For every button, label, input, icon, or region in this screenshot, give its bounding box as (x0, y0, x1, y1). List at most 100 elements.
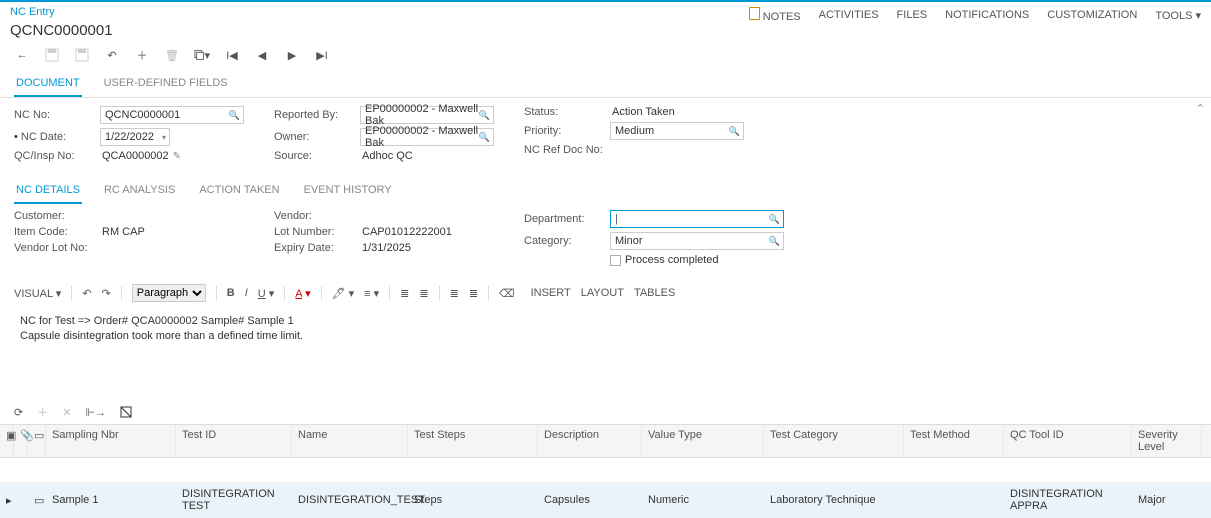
page-title: QCNC0000001 (10, 20, 113, 43)
chevron-down-icon: ▾ (1195, 10, 1201, 22)
save-close-icon[interactable] (74, 47, 90, 63)
item-code-label: Item Code: (14, 226, 100, 238)
expiry-label: Expiry Date: (274, 242, 360, 254)
editor-tables-tab[interactable]: TABLES (634, 287, 675, 299)
priority-label: Priority: (524, 125, 610, 137)
grid-header-tmethod[interactable]: Test Method (904, 425, 1004, 457)
grid-header-sampling[interactable]: Sampling Nbr (46, 425, 176, 457)
outdent-icon[interactable]: ≣ (450, 287, 459, 300)
paragraph-select[interactable]: Paragraph (132, 284, 206, 302)
collapse-caret-icon[interactable]: ⌃ (1196, 102, 1205, 115)
customer-label: Customer: (14, 210, 100, 222)
text-color-icon[interactable]: A ▾ (295, 287, 310, 300)
list-bullet-icon[interactable]: ≣ (419, 287, 428, 300)
owner-input[interactable]: EP00000002 - Maxwell Bak (360, 128, 494, 146)
notifications-link[interactable]: NOTIFICATIONS (945, 9, 1029, 21)
grid-header-pin[interactable]: 📎 (14, 425, 28, 457)
nc-date-input[interactable]: 1/22/2022 (100, 128, 170, 146)
category-input[interactable]: Minor (610, 232, 784, 250)
nc-no-label: NC No: (14, 109, 100, 121)
grid-delete-icon[interactable]: ✕ (62, 406, 71, 419)
priority-input[interactable]: Medium (610, 122, 744, 140)
grid-refresh-icon[interactable]: ⟳ (14, 406, 23, 419)
grid-expand-icon[interactable]: ⊩→ (85, 406, 106, 419)
list-ordered-icon[interactable]: ≣ (400, 287, 409, 300)
cell-sev: Major (1132, 488, 1202, 512)
grid-add-icon[interactable]: ＋ (37, 404, 48, 420)
nc-date-label: NC Date: (14, 131, 100, 143)
delete-icon[interactable]: 🗑 (164, 47, 180, 63)
highlight-icon[interactable]: 🖊 ▾ (332, 287, 355, 300)
next-icon[interactable]: ▶ (284, 47, 300, 63)
grid-header-doc[interactable]: ▭ (28, 425, 46, 457)
status-label: Status: (524, 106, 610, 118)
grid-header-vtype[interactable]: Value Type (642, 425, 764, 457)
nc-no-input[interactable]: QCNC0000001 (100, 106, 244, 124)
editor-visual-tab[interactable]: VISUAL ▾ (14, 287, 61, 300)
clear-format-icon[interactable]: ⌫ (499, 287, 515, 300)
tab-rc-analysis[interactable]: RC ANALYSIS (102, 178, 177, 204)
ncref-label: NC Ref Doc No: (524, 144, 610, 156)
breadcrumb[interactable]: NC Entry (10, 4, 113, 20)
editor-insert-tab[interactable]: INSERT (531, 287, 571, 299)
undo-icon[interactable]: ↶ (104, 47, 120, 63)
notes-link[interactable]: NOTES (749, 7, 801, 23)
grid-header-tcat[interactable]: Test Category (764, 425, 904, 457)
tab-action-taken[interactable]: ACTION TAKEN (197, 178, 281, 204)
process-completed-checkbox[interactable] (610, 255, 621, 266)
editor-redo-icon[interactable]: ↷ (102, 287, 111, 300)
tab-nc-details[interactable]: NC DETAILS (14, 178, 82, 204)
grid-header-expand[interactable]: ▣ (0, 425, 14, 457)
align-icon[interactable]: ≡ ▾ (364, 287, 379, 300)
cell-vtype: Numeric (642, 488, 764, 512)
vendor-lot-label: Vendor Lot No: (14, 242, 100, 254)
cell-qctool: DISINTEGRATION APPRA (1004, 482, 1132, 518)
department-label: Department: (524, 213, 610, 225)
customization-link[interactable]: CUSTOMIZATION (1047, 9, 1137, 21)
grid-header-name[interactable]: Name (292, 425, 408, 457)
italic-icon[interactable]: I (245, 287, 248, 299)
cell-sampling: Sample 1 (46, 488, 176, 512)
first-icon[interactable]: I◀ (224, 47, 240, 63)
back-icon[interactable]: ← (14, 47, 30, 63)
files-link[interactable]: FILES (897, 9, 928, 21)
table-row[interactable]: ▸ ▭ Sample 1 DISINTEGRATION TEST DISINTE… (0, 482, 1211, 518)
activities-link[interactable]: ACTIVITIES (819, 9, 879, 21)
prev-icon[interactable]: ◀ (254, 47, 270, 63)
owner-label: Owner: (274, 131, 360, 143)
tab-document[interactable]: DOCUMENT (14, 71, 82, 97)
save-icon[interactable] (44, 47, 60, 63)
department-input[interactable]: | (610, 210, 784, 228)
bold-icon[interactable]: B (227, 287, 235, 299)
row-expand-icon[interactable]: ▸ (0, 488, 14, 513)
category-label: Category: (524, 235, 610, 247)
grid-header-sev[interactable]: Severity Level (1132, 425, 1202, 457)
notes-icon (749, 7, 760, 20)
new-icon[interactable]: ＋ (134, 47, 150, 63)
expiry-value: 1/31/2025 (360, 242, 494, 254)
process-completed-label: Process completed (625, 254, 719, 266)
editor-undo-icon[interactable]: ↶ (82, 287, 91, 300)
reported-by-input[interactable]: EP00000002 - Maxwell Bak (360, 106, 494, 124)
row-pin-icon[interactable] (14, 494, 28, 506)
editor-layout-tab[interactable]: LAYOUT (581, 287, 624, 299)
cell-tmethod (904, 494, 1004, 506)
tab-event-history[interactable]: EVENT HISTORY (302, 178, 394, 204)
row-doc-icon[interactable]: ▭ (28, 488, 46, 513)
reported-by-label: Reported By: (274, 109, 360, 121)
underline-icon[interactable]: U ▾ (258, 287, 275, 300)
last-icon[interactable]: ▶I (314, 47, 330, 63)
indent-icon[interactable]: ≣ (469, 287, 478, 300)
qcinsp-value[interactable]: QCA0000002 (100, 150, 244, 162)
grid-header-steps[interactable]: Test Steps (408, 425, 538, 457)
grid-header-desc[interactable]: Description (538, 425, 642, 457)
tab-udf[interactable]: USER-DEFINED FIELDS (102, 71, 230, 97)
editor-content[interactable]: NC for Test => Order# QCA0000002 Sample#… (14, 308, 1197, 398)
copy-dropdown-icon[interactable]: ▾ (194, 47, 210, 63)
qcinsp-label: QC/Insp No: (14, 150, 100, 162)
tools-menu[interactable]: TOOLS ▾ (1155, 9, 1201, 22)
cell-testid: DISINTEGRATION TEST (176, 482, 292, 518)
grid-header-qctool[interactable]: QC Tool ID (1004, 425, 1132, 457)
grid-export-icon[interactable] (120, 406, 132, 418)
grid-header-testid[interactable]: Test ID (176, 425, 292, 457)
